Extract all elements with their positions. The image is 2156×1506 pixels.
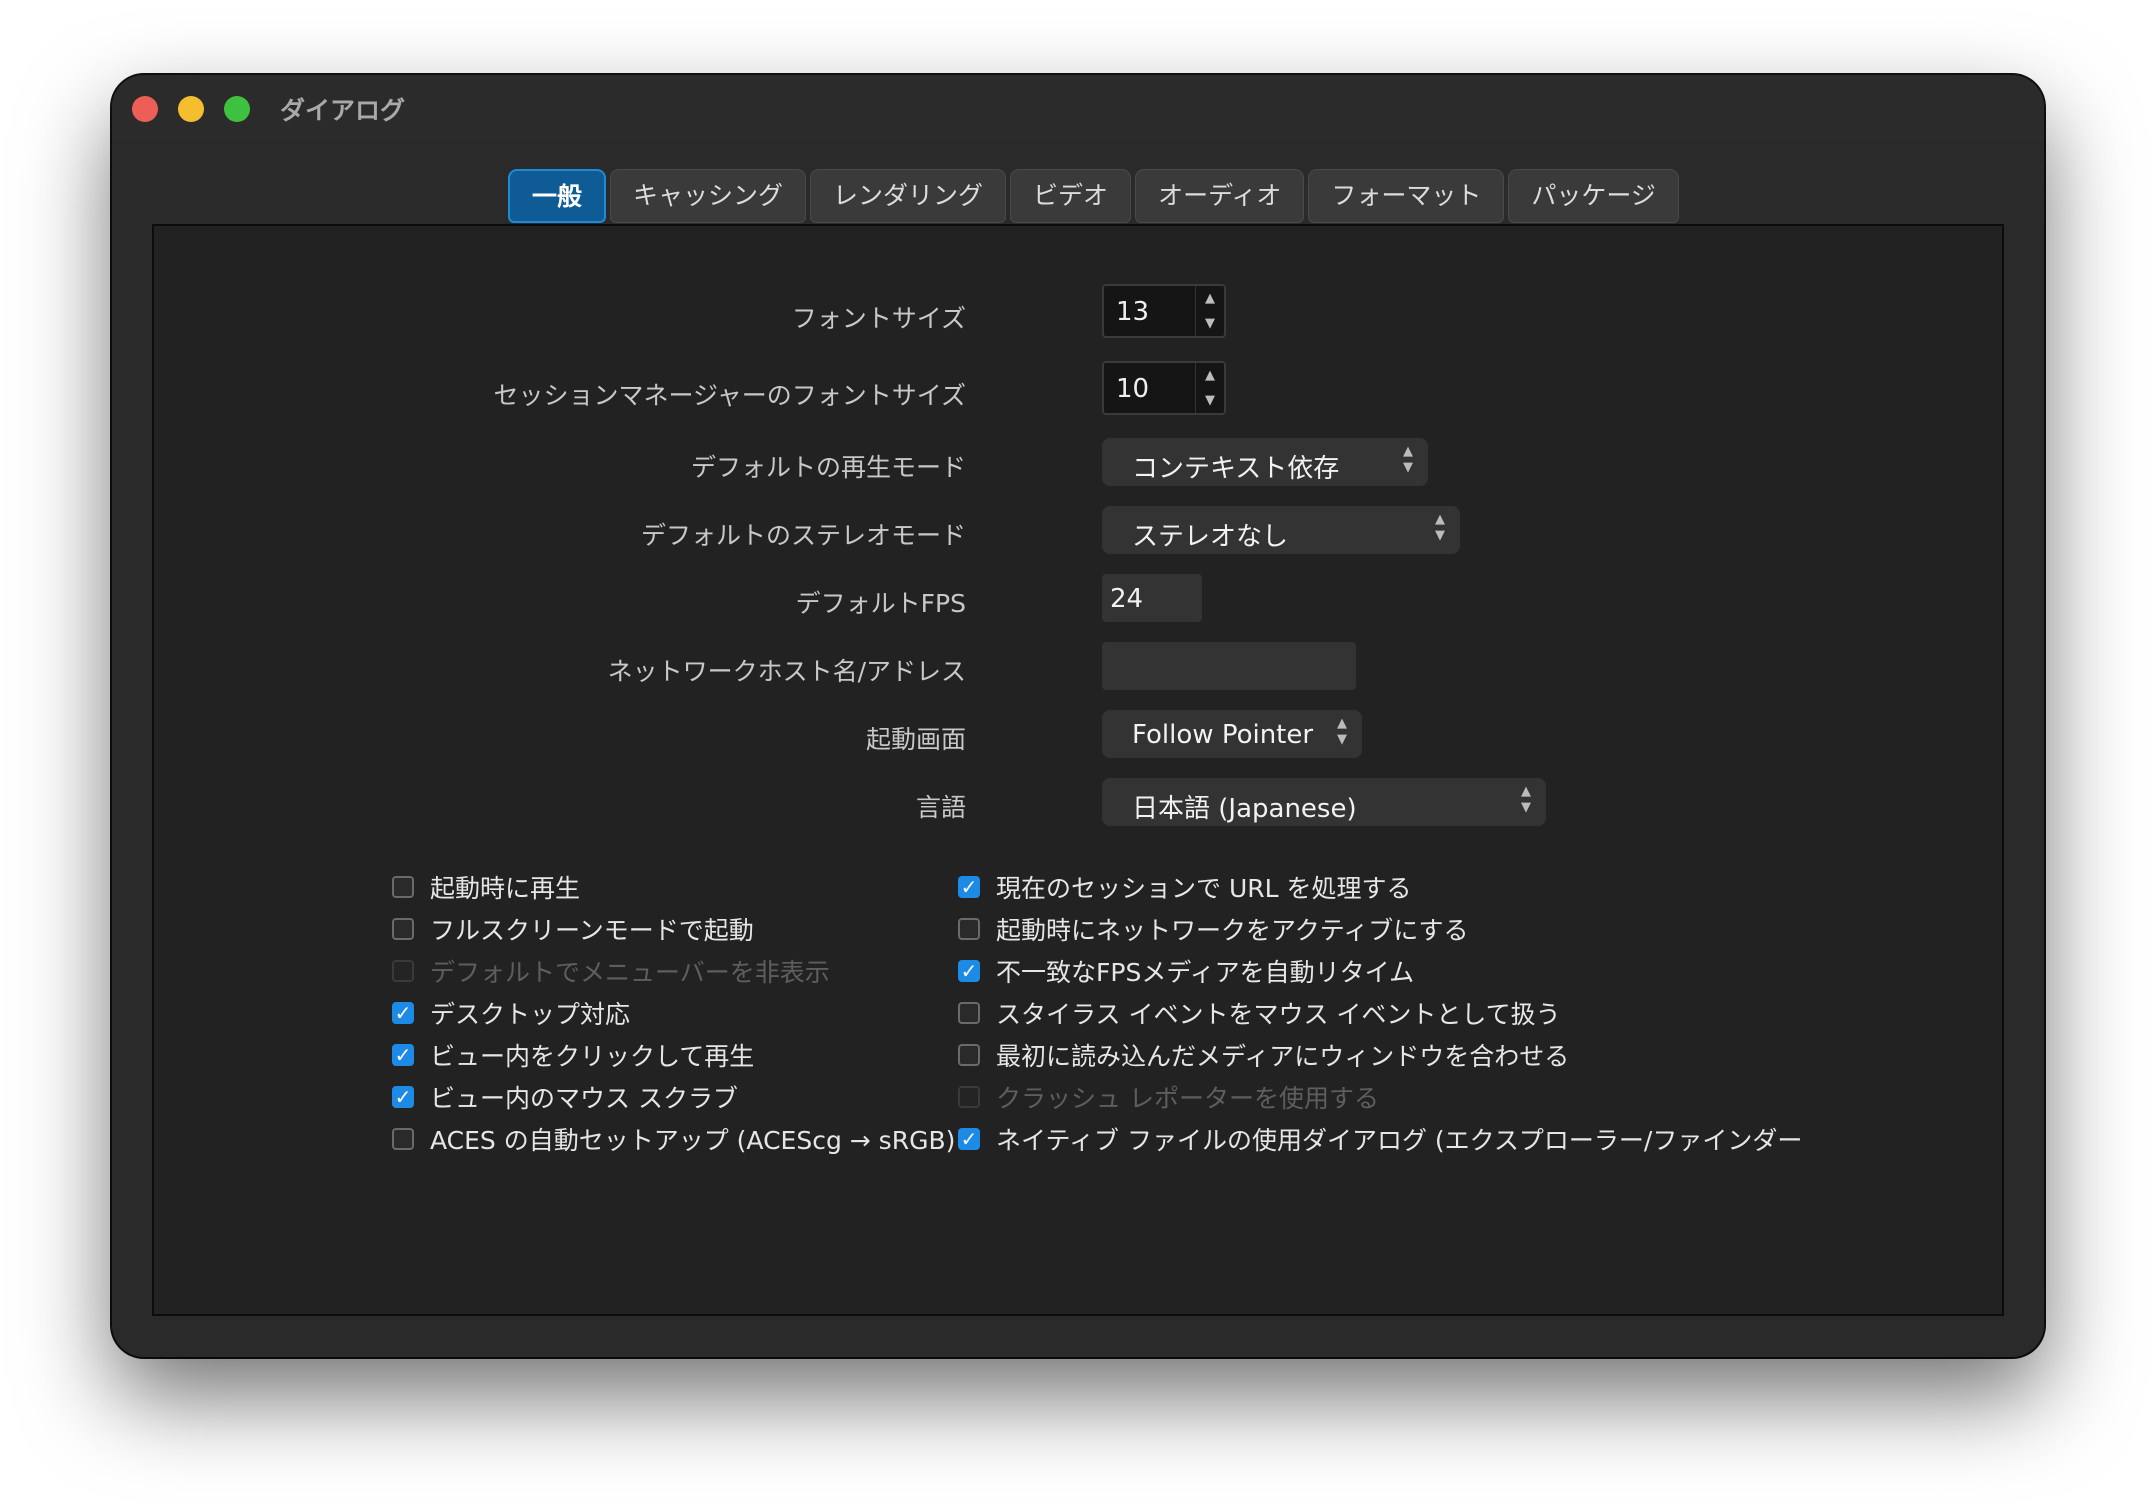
checkbox-label: 起動時に再生 — [430, 874, 581, 903]
checkbox-label: ビュー内のマウス スクラブ — [430, 1084, 738, 1113]
checkbox-label: デスクトップ対応 — [430, 1000, 631, 1029]
checkbox-box — [958, 1086, 980, 1108]
checkbox-box[interactable] — [958, 1002, 980, 1024]
close-window-button[interactable] — [132, 96, 158, 122]
checkbox-handle-urls[interactable]: ✓ 現在のセッションで URL を処理する — [958, 870, 1412, 904]
checkbox-label: クラッシュ レポーターを使用する — [996, 1084, 1379, 1113]
checkbox-label: 最初に読み込んだメディアにウィンドウを合わせる — [996, 1042, 1570, 1071]
font-size-label: フォントサイズ — [791, 304, 966, 333]
checkbox-box[interactable] — [392, 918, 414, 940]
checkbox-label: 現在のセッションで URL を処理する — [996, 874, 1412, 903]
checkbox-fit-window-to-media[interactable]: 最初に読み込んだメディアにウィンドウを合わせる — [958, 1038, 1569, 1072]
checkbox-label: ビュー内をクリックして再生 — [430, 1042, 755, 1071]
session-font-size-value: 10 — [1116, 374, 1150, 404]
session-font-size-label: セッションマネージャーのフォントサイズ — [493, 381, 966, 410]
check-icon[interactable]: ✓ — [392, 1002, 414, 1024]
startup-screen-label: 起動画面 — [865, 725, 966, 754]
tab-general[interactable]: 一般 — [508, 169, 607, 223]
play-mode-select[interactable]: コンテキスト依存 ▲ ▼ — [1102, 438, 1428, 486]
stereo-mode-label: デフォルトのステレオモード — [640, 521, 966, 550]
font-size-value: 13 — [1116, 297, 1150, 327]
font-size-stepper-buttons: ▲ ▼ — [1195, 286, 1224, 336]
select-arrows-icon: ▲ ▼ — [1521, 784, 1531, 815]
tab-bar: 一般 キャッシング レンダリング ビデオ オーディオ フォーマット パッケージ — [508, 169, 1679, 223]
tab-caching[interactable]: キャッシング — [610, 169, 807, 223]
checkbox-start-fullscreen[interactable]: フルスクリーンモードで起動 — [392, 912, 754, 946]
play-mode-value: コンテキスト依存 — [1132, 454, 1340, 484]
checkbox-label: ネイティブ ファイルの使用ダイアログ (エクスプローラー/ファインダー — [996, 1126, 1803, 1155]
checkbox-aces-auto-setup[interactable]: ACES の自動セットアップ (ACEScg → sRGB) — [392, 1122, 955, 1156]
checkbox-label: ACES の自動セットアップ (ACEScg → sRGB) — [430, 1126, 956, 1155]
increment-icon[interactable]: ▲ — [1196, 286, 1224, 311]
checkbox-box[interactable] — [392, 876, 414, 898]
tab-package[interactable]: パッケージ — [1508, 169, 1679, 223]
tab-audio[interactable]: オーディオ — [1135, 169, 1305, 223]
checkbox-box[interactable] — [958, 918, 980, 940]
checkbox-desktop-aware[interactable]: ✓ デスクトップ対応 — [392, 996, 630, 1030]
checkbox-play-on-start[interactable]: 起動時に再生 — [392, 870, 580, 904]
startup-screen-value: Follow Pointer — [1132, 720, 1314, 750]
stereo-mode-select[interactable]: ステレオなし ▲ ▼ — [1102, 506, 1460, 554]
checkbox-click-to-play[interactable]: ✓ ビュー内をクリックして再生 — [392, 1038, 754, 1072]
window-title: ダイアログ — [280, 96, 406, 125]
checkbox-box[interactable] — [958, 1044, 980, 1066]
startup-screen-select[interactable]: Follow Pointer ▲ ▼ — [1102, 710, 1362, 758]
checkbox-box[interactable] — [392, 1128, 414, 1150]
check-icon[interactable]: ✓ — [392, 1044, 414, 1066]
select-arrows-icon: ▲ ▼ — [1337, 716, 1347, 747]
checkbox-native-file-dialog[interactable]: ✓ ネイティブ ファイルの使用ダイアログ (エクスプローラー/ファインダー — [958, 1122, 1802, 1156]
general-panel: フォントサイズ 13 ▲ ▼ セッションマネージャーのフォントサイズ 10 ▲ … — [152, 224, 2004, 1316]
play-mode-label: デフォルトの再生モード — [690, 453, 966, 482]
select-arrows-icon: ▲ ▼ — [1435, 512, 1445, 543]
checkbox-label: デフォルトでメニューバーを非表示 — [430, 958, 830, 987]
network-host-input[interactable] — [1102, 642, 1356, 690]
check-icon[interactable]: ✓ — [958, 960, 980, 982]
increment-icon[interactable]: ▲ — [1196, 363, 1224, 388]
session-font-size-stepper-buttons: ▲ ▼ — [1195, 363, 1224, 413]
select-arrows-icon: ▲ ▼ — [1403, 444, 1413, 475]
tab-video[interactable]: ビデオ — [1010, 169, 1132, 223]
session-font-size-stepper[interactable]: 10 ▲ ▼ — [1102, 361, 1226, 415]
decrement-icon[interactable]: ▼ — [1196, 388, 1224, 413]
checkbox-auto-retime[interactable]: ✓ 不一致なFPSメディアを自動リタイム — [958, 954, 1414, 988]
checkbox-label: スタイラス イベントをマウス イベントとして扱う — [996, 1000, 1561, 1029]
checkbox-network-on-start[interactable]: 起動時にネットワークをアクティブにする — [958, 912, 1469, 946]
language-value: 日本語 (Japanese) — [1132, 794, 1357, 824]
network-host-label: ネットワークホスト名/アドレス — [607, 657, 966, 686]
check-icon[interactable]: ✓ — [958, 876, 980, 898]
default-fps-input[interactable]: 24 — [1102, 574, 1202, 622]
checkbox-label: フルスクリーンモードで起動 — [430, 916, 754, 945]
checkbox-hide-menubar: デフォルトでメニューバーを非表示 — [392, 954, 830, 988]
font-size-stepper[interactable]: 13 ▲ ▼ — [1102, 284, 1226, 338]
check-icon[interactable]: ✓ — [392, 1086, 414, 1108]
checkbox-box — [392, 960, 414, 982]
checkbox-stylus-as-mouse[interactable]: スタイラス イベントをマウス イベントとして扱う — [958, 996, 1561, 1030]
stereo-mode-value: ステレオなし — [1132, 522, 1289, 552]
language-select[interactable]: 日本語 (Japanese) ▲ ▼ — [1102, 778, 1546, 826]
checkbox-crash-reporter: クラッシュ レポーターを使用する — [958, 1080, 1379, 1114]
zoom-window-button[interactable] — [224, 96, 250, 122]
default-fps-value: 24 — [1110, 584, 1144, 614]
minimize-window-button[interactable] — [178, 96, 204, 122]
decrement-icon[interactable]: ▼ — [1196, 311, 1224, 336]
title-bar: ダイアログ — [112, 75, 2044, 141]
checkbox-label: 不一致なFPSメディアを自動リタイム — [996, 958, 1415, 987]
checkbox-label: 起動時にネットワークをアクティブにする — [996, 916, 1469, 945]
check-icon[interactable]: ✓ — [958, 1128, 980, 1150]
tab-rendering[interactable]: レンダリング — [810, 169, 1007, 223]
default-fps-label: デフォルトFPS — [795, 589, 966, 618]
dialog-window: ダイアログ 一般 キャッシング レンダリング ビデオ オーディオ フォーマット … — [112, 75, 2044, 1357]
language-label: 言語 — [915, 793, 966, 822]
tab-format[interactable]: フォーマット — [1308, 169, 1505, 223]
checkbox-mouse-scrub[interactable]: ✓ ビュー内のマウス スクラブ — [392, 1080, 738, 1114]
